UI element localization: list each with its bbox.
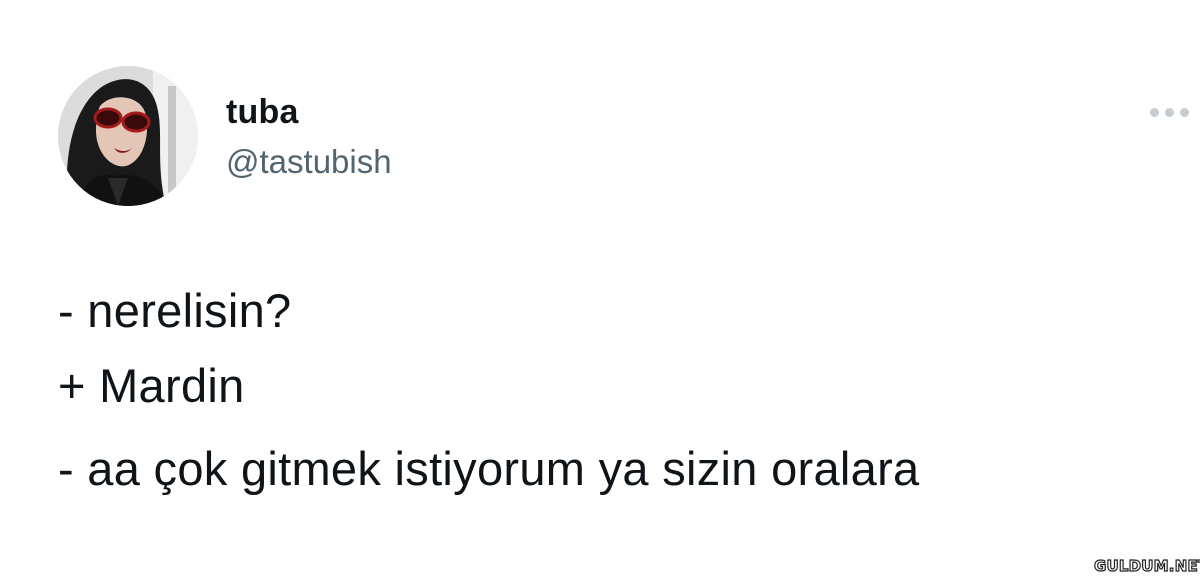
tweet-text-line: + Mardin [58, 359, 245, 412]
ellipsis-dot [1180, 107, 1189, 117]
tweet-text-line: - nerelisin? [58, 284, 292, 337]
ellipsis-dot [1165, 107, 1174, 117]
user-handle[interactable]: @tastubish [226, 142, 392, 182]
tweet-card: tuba @tastubish - nerelisin? + Mardin - … [0, 0, 1200, 582]
ellipsis-dot [1150, 107, 1159, 117]
avatar-photo [58, 66, 198, 206]
ellipsis-icon[interactable] [1150, 100, 1200, 124]
watermark-logo: GULDUM.NET [1093, 556, 1200, 575]
tweet-text-line: - aa çok gitmek istiyorum ya sizin orala… [58, 442, 920, 495]
avatar[interactable] [58, 66, 198, 206]
display-name[interactable]: tuba [226, 92, 299, 132]
